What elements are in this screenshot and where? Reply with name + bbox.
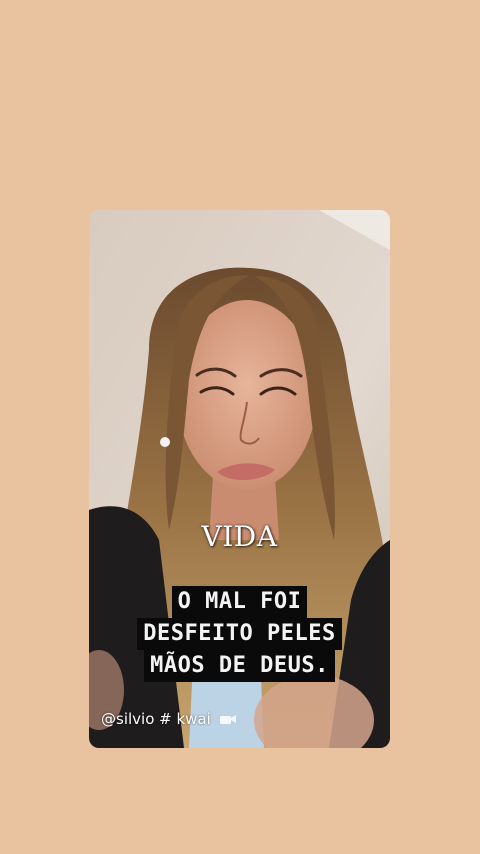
caption-line: O MAL FOI [171, 586, 308, 618]
video-frame[interactable]: VIDA O MAL FOI DESFEITO PELES MÃOS DE DE… [89, 210, 390, 748]
caption-title: VIDA [201, 520, 278, 553]
camera-icon [219, 711, 236, 729]
story-screen: VIDA O MAL FOI DESFEITO PELES MÃOS DE DE… [0, 0, 480, 854]
watermark: @silvio # kwai [101, 710, 236, 729]
caption-line: MÃOS DE DEUS. [144, 650, 335, 682]
caption-subtitle: O MAL FOI DESFEITO PELES MÃOS DE DEUS. [89, 586, 390, 682]
watermark-text: @silvio # kwai [101, 710, 211, 728]
caption-line: DESFEITO PELES [137, 618, 342, 650]
